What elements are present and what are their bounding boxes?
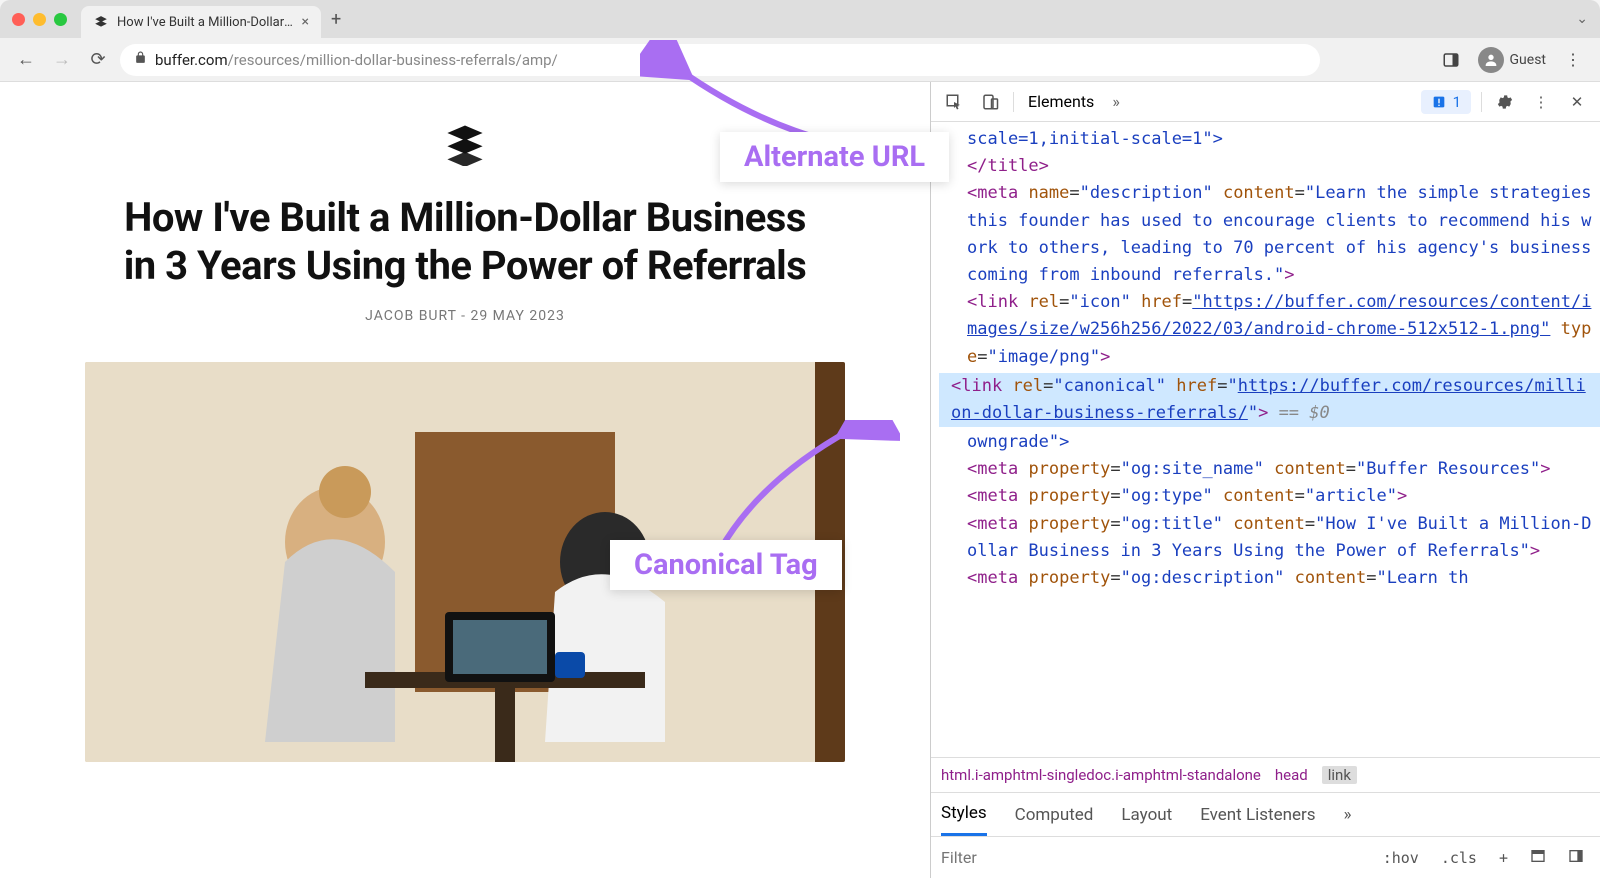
window-titlebar: How I've Built a Million-Dollar B × + ⌄ [0,0,1600,38]
maximize-window-button[interactable] [54,13,67,26]
buffer-favicon-icon [93,14,109,30]
toggle-sidebar-icon[interactable] [1562,846,1590,870]
toolbar-right: Guest ⋮ [1436,45,1588,75]
forward-button[interactable]: → [48,46,76,74]
tab-styles[interactable]: Styles [941,793,987,836]
close-devtools-icon[interactable]: ✕ [1564,89,1590,115]
address-bar[interactable]: buffer.com/resources/million-dollar-busi… [120,44,1320,76]
browser-tab[interactable]: How I've Built a Million-Dollar B × [81,6,321,38]
device-toolbar-icon[interactable] [977,89,1003,115]
styles-filter-input[interactable] [941,848,1367,867]
cls-toggle[interactable]: .cls [1435,847,1483,869]
tabs-overflow-icon[interactable]: ⌄ [1576,11,1588,27]
page-content: How I've Built a Million-Dollar Business… [0,82,930,878]
reload-button[interactable]: ⟳ [84,46,112,74]
minimize-window-button[interactable] [33,13,46,26]
tab-layout[interactable]: Layout [1121,795,1172,835]
tabs-overflow-icon[interactable]: » [1108,82,1124,121]
breadcrumb-link[interactable]: link [1322,766,1357,784]
url-domain: buffer.com [155,51,228,69]
main-split: How I've Built a Million-Dollar Business… [0,82,1600,878]
profile-label: Guest [1510,52,1546,68]
devtools-toolbar: Elements » 1 ⋮ ✕ [931,82,1600,122]
breadcrumb-head[interactable]: head [1275,766,1308,784]
close-window-button[interactable] [12,13,25,26]
code-line[interactable]: scale=1,initial-scale=1"> [939,126,1600,153]
browser-toolbar: ← → ⟳ buffer.com/resources/million-dolla… [0,38,1600,82]
annotation-canonical-tag: Canonical Tag [610,540,842,590]
new-style-rule-icon[interactable]: + [1493,847,1514,869]
close-tab-icon[interactable]: × [302,14,309,30]
code-line[interactable]: <meta property="og:description" content=… [939,565,1600,592]
inspect-element-icon[interactable] [941,89,967,115]
code-line[interactable]: <meta property="og:type" content="articl… [939,483,1600,510]
kebab-menu-icon[interactable]: ⋮ [1558,45,1588,75]
new-tab-button[interactable]: + [331,9,341,30]
styles-tabs: Styles Computed Layout Event Listeners » [931,792,1600,836]
url-path: /resources/million-dollar-business-refer… [228,51,558,69]
article-byline: JACOB BURT - 29 MAY 2023 [365,308,565,324]
code-line[interactable]: <meta property="og:site_name" content="B… [939,456,1600,483]
breadcrumb-html[interactable]: html.i-amphtml-singledoc.i-amphtml-stand… [941,766,1261,784]
devtools-panel: Elements » 1 ⋮ ✕ scale=1,initial-scale=1… [930,82,1600,878]
elements-tree[interactable]: scale=1,initial-scale=1"> </title> <meta… [931,122,1600,757]
code-line[interactable]: </title> [939,153,1600,180]
tab-event-listeners[interactable]: Event Listeners [1200,795,1315,835]
url-text: buffer.com/resources/million-dollar-busi… [155,51,558,69]
elements-breadcrumb: html.i-amphtml-singledoc.i-amphtml-stand… [931,757,1600,792]
issues-count: 1 [1453,93,1461,111]
computed-sidebar-icon[interactable] [1524,846,1552,870]
lock-icon [134,51,147,68]
code-line-selected[interactable]: <link rel="canonical" href="https://buff… [939,373,1600,427]
buffer-logo[interactable] [443,122,487,170]
code-line[interactable]: <link rel="icon" href="https://buffer.co… [939,289,1600,371]
code-line[interactable]: <meta property="og:title" content="How I… [939,511,1600,565]
side-panel-icon[interactable] [1436,45,1466,75]
tab-title: How I've Built a Million-Dollar B [117,15,294,30]
code-line[interactable]: <meta name="description" content="Learn … [939,180,1600,289]
styles-tabs-overflow-icon[interactable]: » [1344,795,1352,835]
traffic-lights [12,13,67,26]
issues-badge[interactable]: 1 [1421,90,1471,114]
back-button[interactable]: ← [12,46,40,74]
article-title: How I've Built a Million-Dollar Business… [105,194,825,290]
styles-filter-row: :hov .cls + [931,836,1600,878]
tab-computed[interactable]: Computed [1015,795,1094,835]
settings-icon[interactable] [1492,89,1518,115]
code-line[interactable]: owngrade"> [939,429,1600,456]
annotation-alternate-url: Alternate URL [720,132,949,182]
profile-chip[interactable]: Guest [1478,47,1546,73]
avatar-icon [1478,47,1504,73]
kebab-menu-icon[interactable]: ⋮ [1528,89,1554,115]
tab-elements[interactable]: Elements [1024,82,1098,121]
hov-toggle[interactable]: :hov [1377,847,1425,869]
